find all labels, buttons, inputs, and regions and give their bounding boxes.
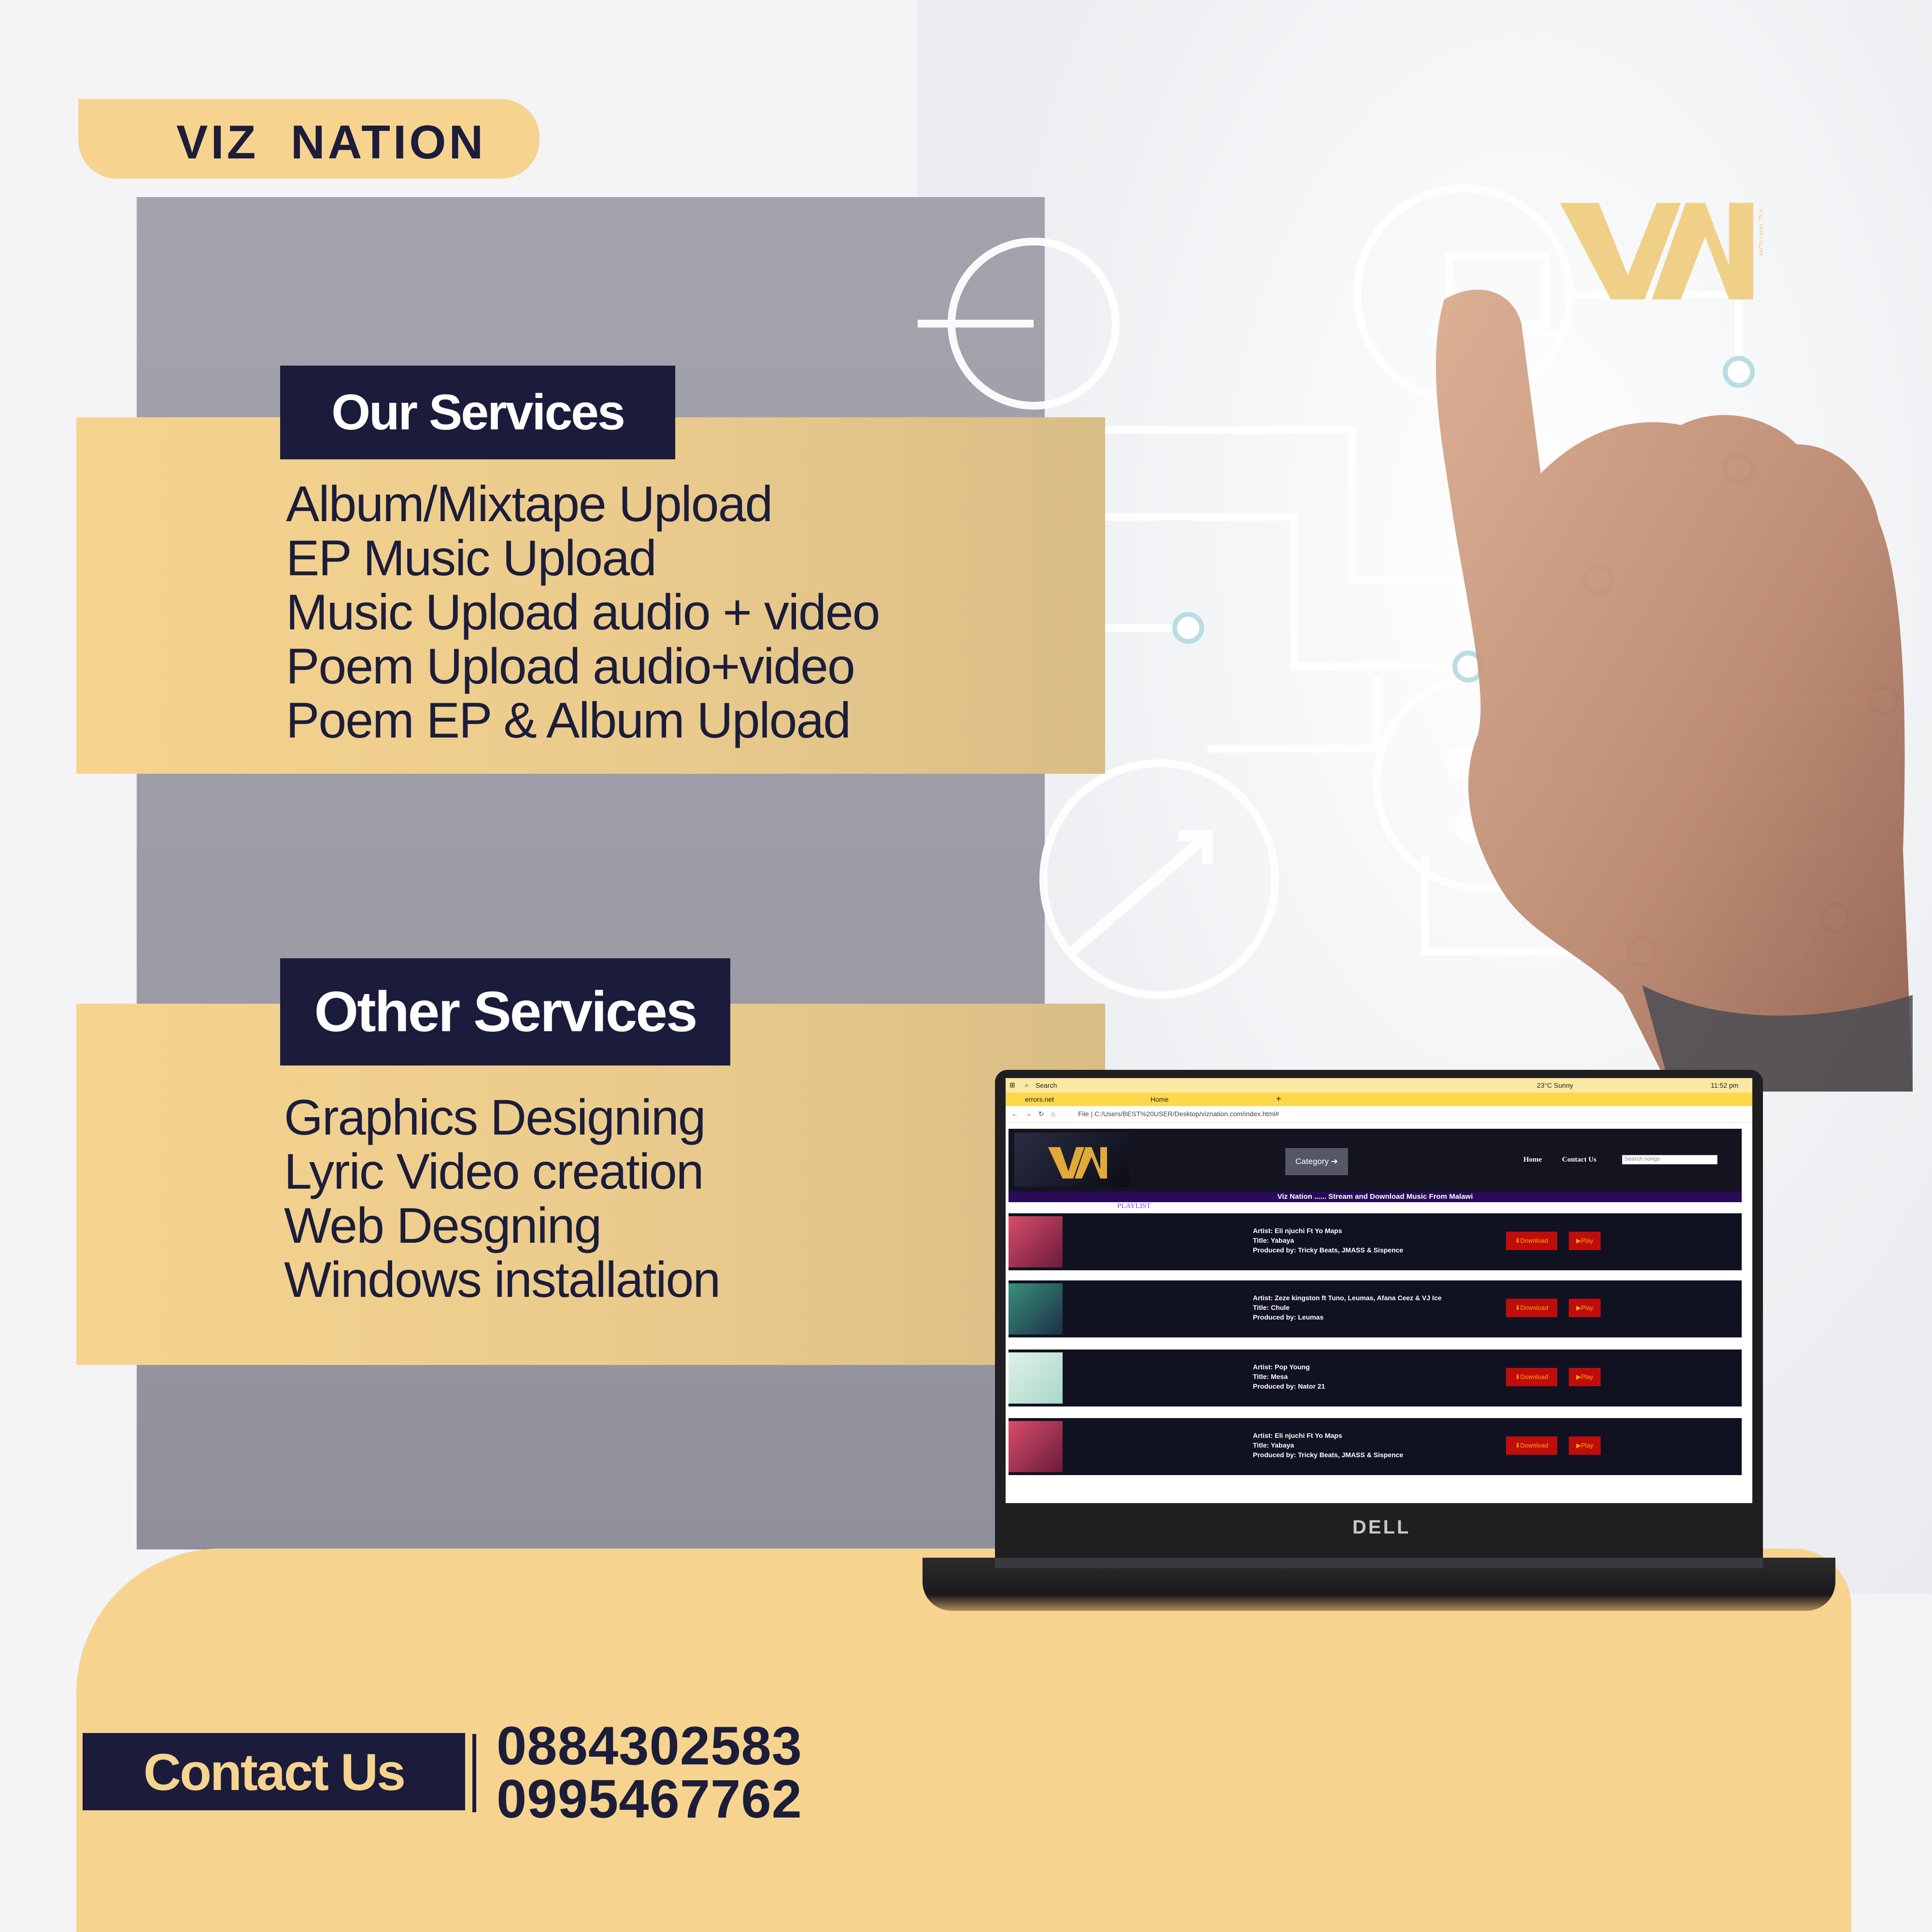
laptop-hinge bbox=[995, 1558, 1763, 1568]
taskbar-clock: 11:52 pm bbox=[1711, 1081, 1739, 1089]
service-item: Music Upload audio + video bbox=[286, 584, 881, 640]
song-meta: Artist: Eli njuchi Ft Yo Maps Title: Yab… bbox=[1253, 1226, 1403, 1255]
service-item: Graphics Designing bbox=[284, 1090, 706, 1146]
album-art bbox=[1009, 1216, 1063, 1267]
browser-tab[interactable]: errors.net bbox=[1025, 1095, 1054, 1103]
vn-logo: VIZ NATION bbox=[1560, 203, 1763, 299]
song-meta: Artist: Zeze kingston ft Tuno, Leumas, A… bbox=[1253, 1293, 1442, 1322]
service-item: Poem Upload audio+video bbox=[286, 639, 855, 695]
song-artist: Artist: Zeze kingston ft Tuno, Leumas, A… bbox=[1253, 1294, 1442, 1302]
phone-number[interactable]: 0884302583 bbox=[497, 1719, 802, 1773]
windows-taskbar: ⊞ ⌕ Search 23°C Sunny 11:52 pm bbox=[1006, 1078, 1752, 1093]
song-producer: Produced by: Tricky Beats, JMASS & Sispe… bbox=[1253, 1451, 1404, 1459]
logo-side-text: VIZ NATION bbox=[1757, 208, 1763, 256]
browser-tab-active[interactable]: Home bbox=[1151, 1095, 1168, 1103]
laptop-brand-logo: DELL bbox=[1352, 1517, 1411, 1538]
song-producer: Produced by: Leumas bbox=[1253, 1313, 1324, 1321]
service-item: Lyric Video creation bbox=[284, 1144, 704, 1200]
laptop-screen: ⊞ ⌕ Search 23°C Sunny 11:52 pm errors.ne… bbox=[1006, 1078, 1752, 1503]
service-item: Poem EP & Album Upload bbox=[286, 693, 851, 749]
play-button[interactable]: ▶Play bbox=[1569, 1368, 1601, 1386]
taskbar-search-icon[interactable]: ⌕ bbox=[1025, 1081, 1029, 1089]
start-icon[interactable]: ⊞ bbox=[1009, 1081, 1015, 1089]
site-banner: Viz Nation ...... Stream and Download Mu… bbox=[1009, 1192, 1742, 1202]
back-icon[interactable]: ← bbox=[1011, 1110, 1018, 1118]
taskbar-weather: 23°C Sunny bbox=[1537, 1081, 1573, 1089]
song-artist: Artist: Pop Young bbox=[1253, 1363, 1310, 1371]
song-artist: Artist: Eli njuchi Ft Yo Maps bbox=[1253, 1432, 1342, 1439]
song-row: Artist: Pop Young Title: Mesa Produced b… bbox=[1009, 1348, 1742, 1406]
play-button[interactable]: ▶Play bbox=[1569, 1299, 1601, 1317]
site-search-input[interactable]: Search songs bbox=[1622, 1155, 1718, 1165]
album-art bbox=[1009, 1421, 1063, 1472]
site-header: Category ➔ Home Contact Us Search songs bbox=[1009, 1129, 1742, 1192]
address-input[interactable]: File | C:/Users/BEST%20USER/Desktop/vizn… bbox=[1078, 1110, 1279, 1118]
song-row: Artist: Eli njuchi Ft Yo Maps Title: Yab… bbox=[1009, 1417, 1742, 1475]
contact-us-label: Contact Us bbox=[83, 1733, 465, 1810]
download-button[interactable]: ⬇Download bbox=[1506, 1299, 1557, 1317]
song-title: Title: Mesa bbox=[1253, 1373, 1288, 1380]
song-artist: Artist: Eli njuchi Ft Yo Maps bbox=[1253, 1227, 1342, 1235]
service-item: Web Desgning bbox=[284, 1198, 602, 1254]
song-title: Title: Yabaya bbox=[1253, 1236, 1294, 1244]
album-art bbox=[1009, 1283, 1063, 1335]
download-button[interactable]: ⬇Download bbox=[1506, 1436, 1557, 1455]
site-logo-mark bbox=[1048, 1147, 1107, 1179]
website-viewport: Category ➔ Home Contact Us Search songs … bbox=[1009, 1129, 1742, 1498]
our-services-list: Album/Mixtape Upload EP Music Upload Mus… bbox=[286, 476, 881, 749]
song-title: Title: Chule bbox=[1253, 1304, 1290, 1311]
song-title: Title: Yabaya bbox=[1253, 1441, 1294, 1449]
browser-tab-bar: errors.net Home + bbox=[1006, 1093, 1752, 1106]
category-button[interactable]: Category ➔ bbox=[1285, 1148, 1348, 1175]
song-row: Artist: Eli njuchi Ft Yo Maps Title: Yab… bbox=[1009, 1212, 1742, 1270]
phone-numbers: 0884302583 0995467762 bbox=[497, 1719, 802, 1826]
download-button[interactable]: ⬇Download bbox=[1506, 1232, 1557, 1250]
song-row: Artist: Zeze kingston ft Tuno, Leumas, A… bbox=[1009, 1279, 1742, 1337]
nav-contact-link[interactable]: Contact Us bbox=[1562, 1156, 1596, 1164]
playlist-label: PLAYLIST bbox=[1117, 1202, 1151, 1210]
nav-home-link[interactable]: Home bbox=[1523, 1156, 1542, 1164]
taskbar-search[interactable]: Search bbox=[1036, 1081, 1057, 1089]
service-item: Album/Mixtape Upload bbox=[286, 476, 773, 532]
reload-icon[interactable]: ↻ bbox=[1038, 1110, 1044, 1118]
home-icon[interactable]: ⌂ bbox=[1051, 1110, 1055, 1118]
browser-address-bar: ← → ↻ ⌂ File | C:/Users/BEST%20USER/Desk… bbox=[1006, 1106, 1752, 1123]
service-item: Windows installation bbox=[284, 1252, 721, 1308]
play-button[interactable]: ▶Play bbox=[1569, 1232, 1601, 1250]
download-button[interactable]: ⬇Download bbox=[1506, 1368, 1557, 1386]
play-button[interactable]: ▶Play bbox=[1569, 1436, 1601, 1455]
song-producer: Produced by: Nator 21 bbox=[1253, 1382, 1325, 1390]
brand-name: VIZ NATION bbox=[176, 115, 486, 169]
phone-number[interactable]: 0995467762 bbox=[497, 1772, 802, 1826]
contact-divider bbox=[472, 1734, 476, 1812]
service-item: EP Music Upload bbox=[286, 530, 657, 586]
new-tab-icon[interactable]: + bbox=[1276, 1094, 1281, 1104]
other-services-list: Graphics Designing Lyric Video creation … bbox=[284, 1090, 721, 1308]
our-services-title: Our Services bbox=[280, 366, 675, 459]
forward-icon[interactable]: → bbox=[1025, 1110, 1032, 1118]
song-meta: Artist: Eli njuchi Ft Yo Maps Title: Yab… bbox=[1253, 1431, 1403, 1460]
site-logo[interactable] bbox=[1014, 1133, 1129, 1187]
other-services-title: Other Services bbox=[280, 958, 730, 1065]
hand-illustration bbox=[1435, 289, 1913, 1092]
song-producer: Produced by: Tricky Beats, JMASS & Sispe… bbox=[1253, 1246, 1404, 1254]
song-meta: Artist: Pop Young Title: Mesa Produced b… bbox=[1253, 1362, 1325, 1391]
album-art bbox=[1009, 1352, 1063, 1404]
